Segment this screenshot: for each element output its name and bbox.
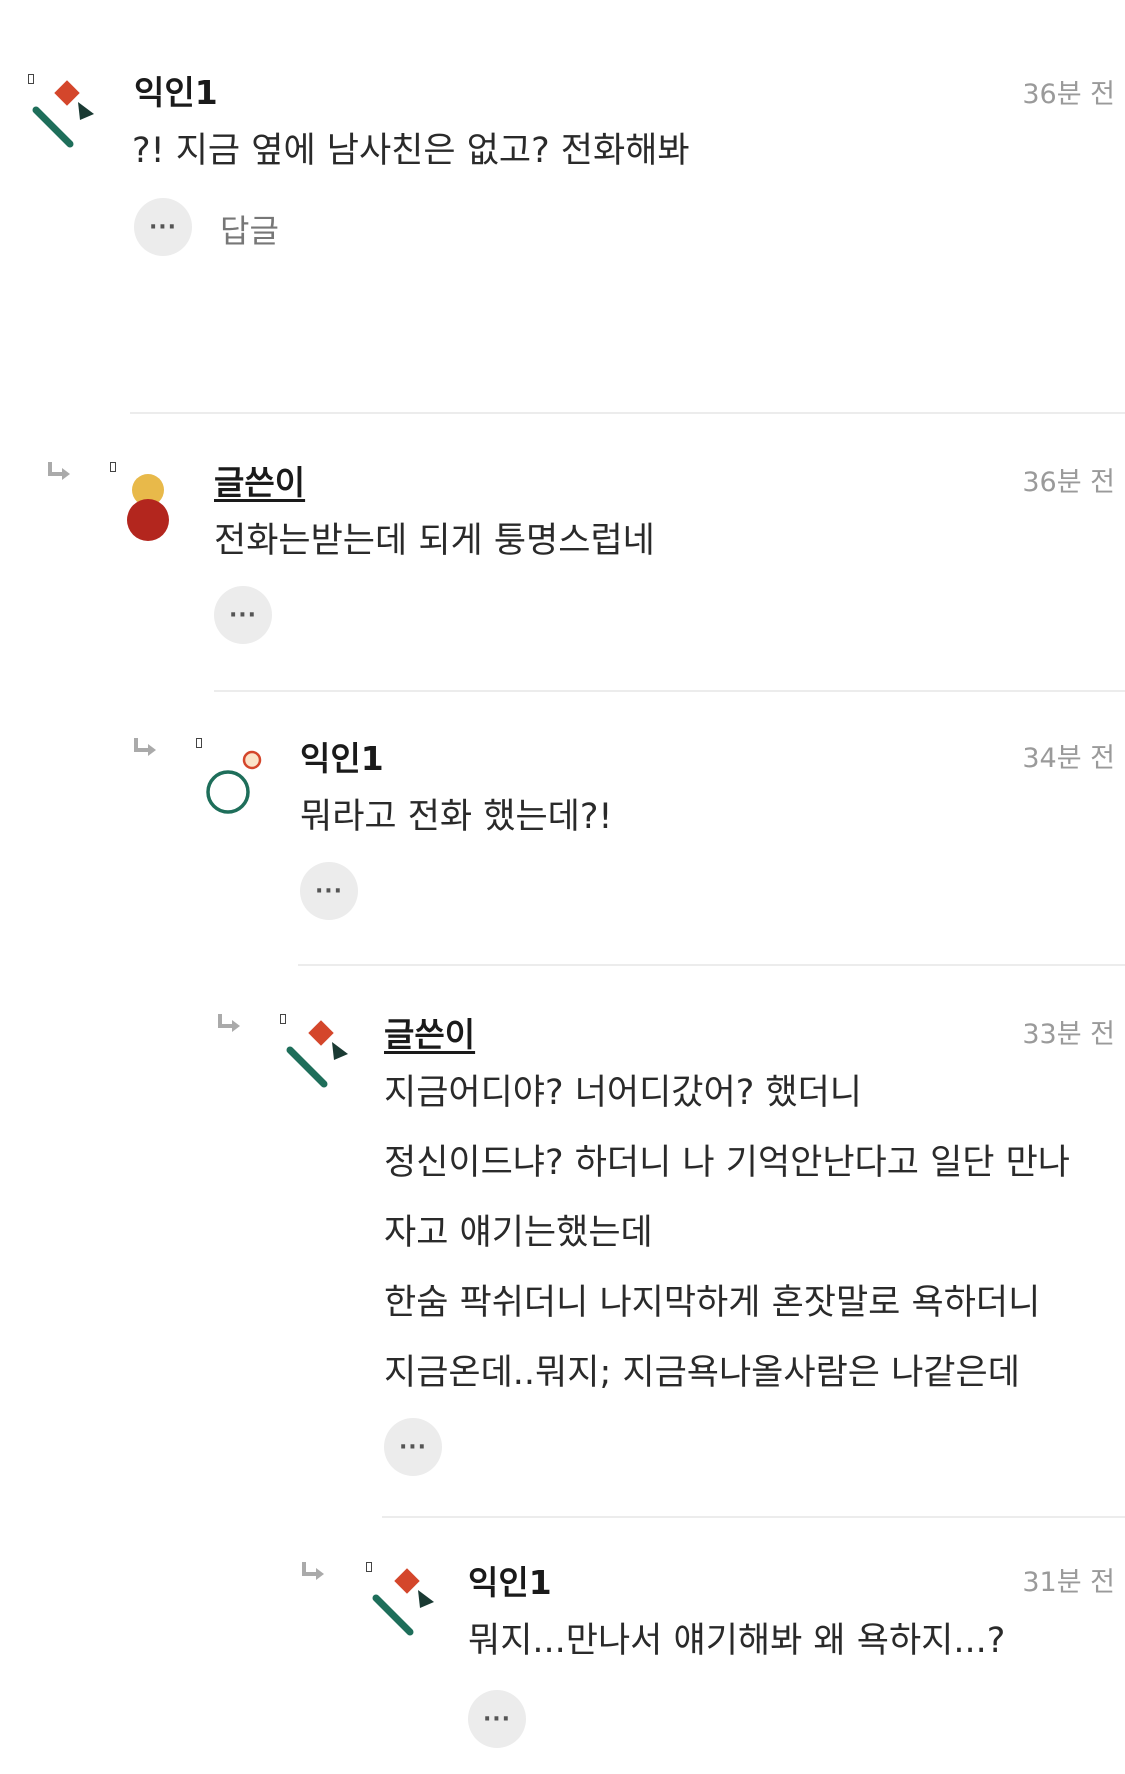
avatar[interactable] bbox=[368, 1566, 448, 1646]
avatar[interactable] bbox=[198, 744, 278, 824]
comment-author[interactable]: 익인1 bbox=[468, 1556, 552, 1604]
divider bbox=[214, 690, 1125, 692]
more-options-button[interactable]: ··· bbox=[134, 198, 192, 256]
more-options-button[interactable]: ··· bbox=[468, 1690, 526, 1748]
more-options-button[interactable]: ··· bbox=[214, 586, 272, 644]
divider bbox=[298, 964, 1125, 966]
comment-text: 전화는받는데 되게 퉁명스럽네 bbox=[214, 521, 655, 561]
comment-text-line: 지금어디야? 너어디갔어? 했더니 bbox=[384, 1073, 863, 1113]
avatar[interactable] bbox=[112, 466, 192, 546]
comment-text-line: 지금온데..뭐지; 지금욕나올사람은 나같은데 bbox=[384, 1353, 1020, 1393]
divider bbox=[130, 412, 1125, 414]
reply-arrow-icon bbox=[48, 462, 70, 480]
avatar[interactable] bbox=[282, 1018, 362, 1098]
avatar[interactable] bbox=[28, 78, 108, 158]
reply-arrow-icon bbox=[302, 1562, 324, 1580]
comment-text: 뭐라고 전화 했는데?! bbox=[300, 797, 613, 837]
comment-author[interactable]: 익인1 bbox=[134, 66, 218, 114]
comment-time: 36분 전 bbox=[1022, 79, 1115, 110]
comment-text: 뭐지...만나서 얘기해봐 왜 욕하지...? bbox=[468, 1621, 1006, 1661]
comment-time: 34분 전 bbox=[1022, 743, 1115, 774]
comment-text-line: 자고 얘기는했는데 bbox=[384, 1213, 653, 1253]
reply-arrow-icon bbox=[218, 1014, 240, 1032]
reply-arrow-icon bbox=[134, 738, 156, 756]
divider bbox=[382, 1516, 1125, 1518]
comment-time: 31분 전 bbox=[1022, 1567, 1115, 1598]
comment-time: 33분 전 bbox=[1022, 1019, 1115, 1050]
reply-button[interactable]: 답글 bbox=[220, 206, 279, 252]
comment-text-line: 정신이드냐? 하더니 나 기억안난다고 일단 만나 bbox=[384, 1143, 1071, 1183]
comment-text-line: 한숨 팍쉬더니 나지막하게 혼잣말로 욕하더니 bbox=[384, 1283, 1041, 1323]
comment-author[interactable]: 글쓴이 bbox=[384, 1008, 475, 1056]
comment-author[interactable]: 익인1 bbox=[300, 732, 384, 780]
comment-author[interactable]: 글쓴이 bbox=[214, 456, 305, 504]
comment-text: ?! 지금 옆에 남사친은 없고? 전화해봐 bbox=[132, 131, 690, 171]
more-options-button[interactable]: ··· bbox=[384, 1418, 442, 1476]
comment-time: 36분 전 bbox=[1022, 467, 1115, 498]
more-options-button[interactable]: ··· bbox=[300, 862, 358, 920]
